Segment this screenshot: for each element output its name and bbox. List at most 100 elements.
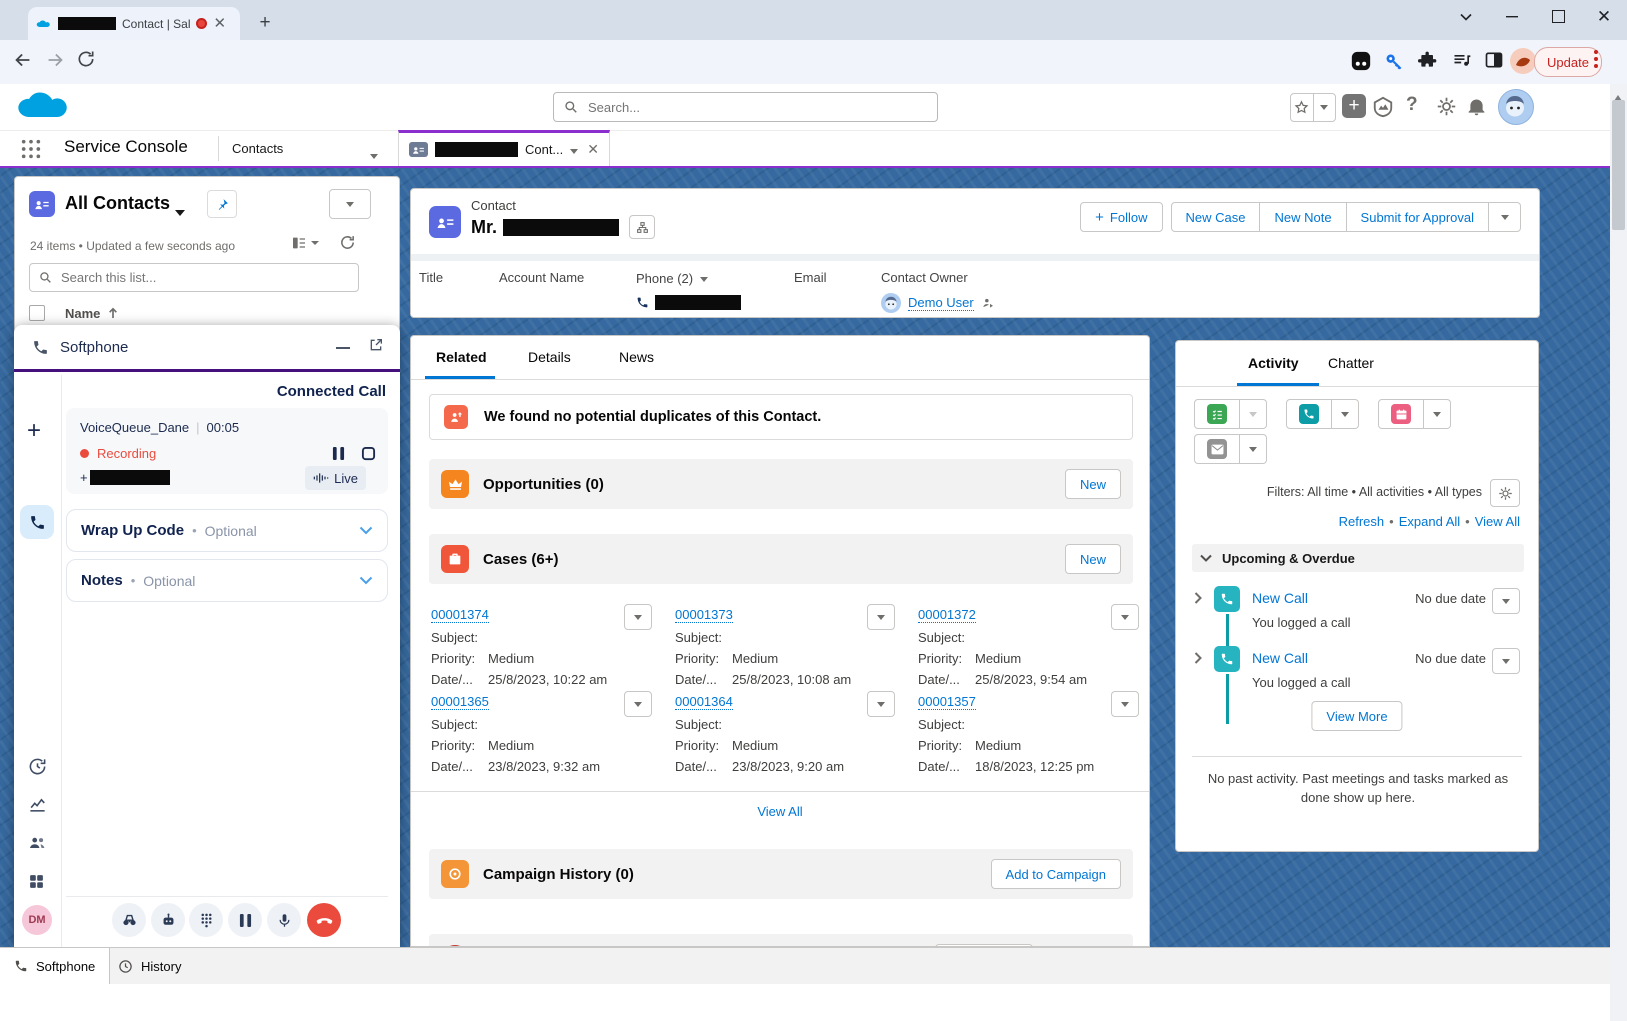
profile-avatar-icon[interactable] bbox=[1510, 48, 1534, 72]
help-icon[interactable]: ? bbox=[1406, 94, 1418, 116]
phone-dropdown-icon[interactable] bbox=[700, 269, 708, 287]
apps-grid-icon[interactable] bbox=[28, 873, 45, 890]
guidance-center-icon[interactable] bbox=[1372, 96, 1394, 118]
extension-icon[interactable] bbox=[1350, 50, 1374, 74]
global-search-input[interactable] bbox=[586, 99, 927, 116]
back-button[interactable] bbox=[12, 49, 38, 75]
activity-title-link[interactable]: New Call bbox=[1252, 590, 1308, 606]
tab-news[interactable]: News bbox=[619, 349, 654, 365]
close-button[interactable]: ✕ bbox=[1581, 0, 1627, 33]
password-key-icon[interactable] bbox=[1384, 52, 1408, 76]
mute-mic-icon[interactable] bbox=[267, 903, 301, 937]
opportunities-section-header[interactable]: Opportunities (0) New bbox=[429, 459, 1133, 509]
favorite-star-icon[interactable] bbox=[1291, 94, 1313, 121]
forward-button[interactable] bbox=[44, 49, 70, 75]
case-number-link[interactable]: 00001364 bbox=[675, 694, 733, 710]
call-history-icon[interactable] bbox=[28, 757, 47, 776]
live-transcription-badge[interactable]: Live bbox=[305, 466, 366, 490]
pause-recording-icon[interactable] bbox=[332, 446, 345, 461]
add-call-icon[interactable]: + bbox=[27, 417, 41, 445]
nav-tab-dropdown-icon[interactable] bbox=[370, 146, 378, 164]
notes-section[interactable]: Notes • Optional bbox=[66, 559, 388, 602]
nav-tab-contacts[interactable]: Contacts bbox=[232, 141, 283, 156]
call-dropdown-icon[interactable] bbox=[1332, 399, 1359, 429]
follow-button[interactable]: +Follow bbox=[1080, 202, 1162, 232]
stop-recording-icon[interactable] bbox=[361, 446, 376, 461]
task-dropdown-icon[interactable] bbox=[1240, 399, 1267, 429]
redacted-phone-number[interactable] bbox=[655, 295, 741, 310]
page-scrollbar[interactable] bbox=[1610, 84, 1627, 1021]
salesforce-logo[interactable] bbox=[16, 88, 74, 126]
new-opportunity-button[interactable]: New bbox=[1065, 469, 1121, 499]
refresh-link[interactable]: Refresh bbox=[1339, 514, 1385, 529]
campaign-history-title[interactable]: Campaign History (0) bbox=[483, 866, 634, 883]
monitor-icon[interactable] bbox=[112, 903, 146, 937]
tab-related[interactable]: Related bbox=[436, 349, 487, 365]
split-screen-icon[interactable] bbox=[1484, 50, 1508, 74]
utility-softphone-tab[interactable]: Softphone bbox=[0, 948, 110, 984]
more-actions-dropdown[interactable] bbox=[1489, 202, 1521, 232]
hold-icon[interactable] bbox=[228, 903, 262, 937]
new-case-button[interactable]: New Case bbox=[1171, 202, 1261, 232]
update-chrome-button[interactable]: Update bbox=[1534, 47, 1602, 77]
email-dropdown-icon[interactable] bbox=[1240, 434, 1267, 464]
case-row-actions-dropdown[interactable] bbox=[1111, 691, 1139, 717]
case-row-actions-dropdown[interactable] bbox=[624, 604, 652, 630]
case-row-actions-dropdown[interactable] bbox=[1111, 604, 1139, 630]
new-event-button[interactable] bbox=[1378, 399, 1424, 429]
global-search-box[interactable] bbox=[553, 92, 938, 122]
new-case-list-button[interactable]: New bbox=[1065, 544, 1121, 574]
playlist-icon[interactable] bbox=[1452, 50, 1476, 74]
add-to-campaign-button[interactable]: Add to Campaign bbox=[991, 859, 1121, 889]
end-call-button[interactable] bbox=[307, 903, 341, 937]
tab-details[interactable]: Details bbox=[528, 349, 571, 365]
active-call-tab-icon[interactable] bbox=[20, 505, 54, 539]
tab-search-icon[interactable] bbox=[1443, 0, 1489, 33]
notifications-bell-icon[interactable] bbox=[1466, 96, 1487, 117]
setup-gear-icon[interactable] bbox=[1436, 96, 1457, 117]
case-row-actions-dropdown[interactable] bbox=[867, 604, 895, 630]
list-search-input[interactable] bbox=[59, 269, 349, 286]
case-number-link[interactable]: 00001365 bbox=[431, 694, 489, 710]
agent-avatar[interactable]: DM bbox=[22, 905, 52, 935]
upcoming-overdue-section[interactable]: Upcoming & Overdue bbox=[1192, 544, 1524, 572]
maximize-button[interactable] bbox=[1535, 0, 1581, 33]
case-row-actions-dropdown[interactable] bbox=[624, 691, 652, 717]
pin-list-icon[interactable] bbox=[207, 190, 237, 218]
app-launcher-icon[interactable] bbox=[20, 138, 42, 160]
workspace-tab-dropdown-icon[interactable] bbox=[570, 141, 578, 159]
expand-chevron-icon[interactable] bbox=[1194, 592, 1202, 604]
case-number-link[interactable]: 00001374 bbox=[431, 607, 489, 623]
analytics-icon[interactable] bbox=[28, 795, 47, 814]
list-view-title[interactable]: All Contacts bbox=[65, 193, 170, 214]
favorites-button[interactable] bbox=[1290, 93, 1336, 122]
global-actions-icon[interactable]: + bbox=[1342, 94, 1366, 118]
refresh-list-icon[interactable] bbox=[339, 234, 356, 251]
list-actions-dropdown[interactable] bbox=[329, 189, 371, 219]
activity-actions-dropdown[interactable] bbox=[1492, 588, 1520, 614]
extensions-puzzle-icon[interactable] bbox=[1418, 50, 1442, 74]
contacts-icon[interactable] bbox=[28, 833, 47, 852]
activity-title-link[interactable]: New Call bbox=[1252, 650, 1308, 666]
browser-tab[interactable]: Contact | Sal ✕ bbox=[28, 7, 240, 40]
activity-settings-gear-icon[interactable] bbox=[1490, 479, 1520, 507]
case-number-link[interactable]: 00001372 bbox=[918, 607, 976, 623]
new-task-button[interactable] bbox=[1194, 399, 1240, 429]
expand-chevron-icon[interactable] bbox=[1194, 652, 1202, 664]
popout-icon[interactable] bbox=[368, 337, 384, 353]
owner-link[interactable]: Demo User bbox=[908, 295, 974, 311]
log-call-button[interactable] bbox=[1286, 399, 1332, 429]
event-dropdown-icon[interactable] bbox=[1424, 399, 1451, 429]
workspace-tab-contact[interactable]: Cont... ✕ bbox=[398, 130, 610, 166]
wrap-up-code-section[interactable]: Wrap Up Code • Optional bbox=[66, 509, 388, 552]
view-more-button[interactable]: View More bbox=[1311, 701, 1402, 731]
cases-section-header[interactable]: Cases (6+) New bbox=[429, 534, 1133, 584]
chevron-down-icon[interactable] bbox=[359, 576, 373, 585]
activity-actions-dropdown[interactable] bbox=[1492, 648, 1520, 674]
browser-menu-icon[interactable] bbox=[1594, 50, 1598, 68]
tab-activity[interactable]: Activity bbox=[1248, 355, 1299, 371]
opportunities-title[interactable]: Opportunities (0) bbox=[483, 476, 604, 493]
hierarchy-icon[interactable] bbox=[629, 215, 655, 239]
keypad-icon[interactable] bbox=[189, 903, 223, 937]
new-tab-button[interactable]: + bbox=[252, 10, 278, 36]
